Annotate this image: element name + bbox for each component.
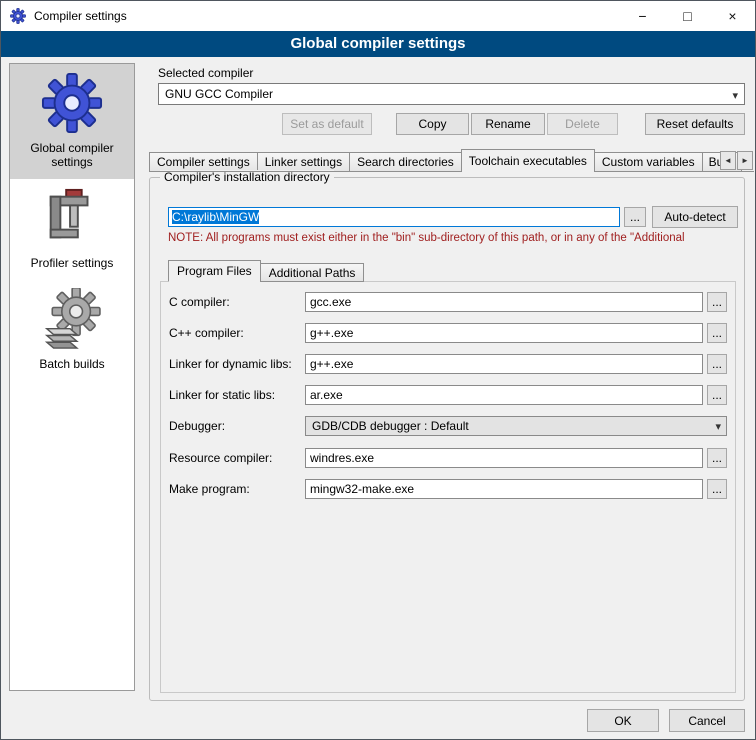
c-compiler-input[interactable]: gcc.exe bbox=[305, 292, 703, 312]
browse-button[interactable]: ... bbox=[707, 292, 727, 312]
subtab-additional-paths[interactable]: Additional Paths bbox=[260, 263, 365, 282]
browse-button[interactable]: ... bbox=[707, 385, 727, 405]
field-label: Linker for static libs: bbox=[169, 388, 275, 402]
installation-directory-group: Compiler's installation directory C:\ray… bbox=[149, 177, 745, 701]
tab-custom-variables[interactable]: Custom variables bbox=[594, 152, 703, 172]
field-label: C compiler: bbox=[169, 295, 230, 309]
page-title: Global compiler settings bbox=[1, 31, 755, 57]
cancel-button[interactable]: Cancel bbox=[669, 709, 745, 732]
browse-button[interactable]: ... bbox=[707, 354, 727, 374]
field-label: C++ compiler: bbox=[169, 326, 244, 340]
resource-compiler-row: Resource compiler: windres.exe ... bbox=[161, 448, 735, 470]
tab-compiler-settings[interactable]: Compiler settings bbox=[149, 152, 258, 172]
debugger-select-value: GDB/CDB debugger : Default bbox=[312, 419, 469, 433]
note-text: NOTE: All programs must exist either in … bbox=[168, 232, 742, 244]
sidebar-item-global-compiler-settings[interactable]: Global compiler settings bbox=[10, 64, 134, 179]
tab-scroll-left-icon[interactable]: ◄ bbox=[720, 151, 736, 170]
c-compiler-row: C compiler: gcc.exe ... bbox=[161, 292, 735, 314]
sidebar-item-label: Batch builds bbox=[14, 357, 130, 371]
group-title: Compiler's installation directory bbox=[160, 170, 334, 184]
delete-button: Delete bbox=[547, 113, 618, 135]
copy-button[interactable]: Copy bbox=[396, 113, 469, 135]
close-icon[interactable]: × bbox=[710, 1, 755, 31]
minimize-icon[interactable]: − bbox=[620, 1, 665, 31]
settings-tabstrip: Compiler settings Linker settings Search… bbox=[149, 149, 754, 172]
titlebar: Compiler settings − □ × bbox=[1, 1, 755, 31]
set-as-default-button: Set as default bbox=[282, 113, 372, 135]
sidebar-item-label: Global compiler settings bbox=[14, 141, 130, 169]
chevron-down-icon: ▾ bbox=[732, 86, 738, 105]
make-program-input[interactable]: mingw32-make.exe bbox=[305, 479, 703, 499]
sidebar-item-batch-builds[interactable]: Batch builds bbox=[10, 280, 134, 381]
dynamic-linker-row: Linker for dynamic libs: g++.exe ... bbox=[161, 354, 735, 376]
tab-scroll-right-icon[interactable]: ► bbox=[737, 151, 753, 170]
dynamic-linker-input[interactable]: g++.exe bbox=[305, 354, 703, 374]
installation-dir-value: C:\raylib\MinGW bbox=[172, 210, 259, 224]
cpp-compiler-input[interactable]: g++.exe bbox=[305, 323, 703, 343]
field-label: Linker for dynamic libs: bbox=[169, 357, 292, 371]
chevron-down-icon: ▾ bbox=[715, 418, 721, 436]
maximize-icon[interactable]: □ bbox=[665, 1, 710, 31]
tab-toolchain-executables[interactable]: Toolchain executables bbox=[461, 149, 595, 172]
browse-button[interactable]: ... bbox=[707, 479, 727, 499]
tab-search-directories[interactable]: Search directories bbox=[349, 152, 462, 172]
autodetect-button[interactable]: Auto-detect bbox=[652, 206, 738, 228]
browse-dir-button[interactable]: ... bbox=[624, 207, 646, 227]
program-files-page: C compiler: gcc.exe ... C++ compiler: g+… bbox=[160, 281, 736, 693]
browse-button[interactable]: ... bbox=[707, 323, 727, 343]
debugger-row: Debugger: GDB/CDB debugger : Default ▾ bbox=[161, 416, 735, 438]
static-linker-input[interactable]: ar.exe bbox=[305, 385, 703, 405]
window-title: Compiler settings bbox=[34, 9, 127, 23]
sidebar-item-profiler-settings[interactable]: Profiler settings bbox=[10, 179, 134, 280]
field-label: Debugger: bbox=[169, 419, 225, 433]
static-linker-row: Linker for static libs: ar.exe ... bbox=[161, 385, 735, 407]
compiler-select-value: GNU GCC Compiler bbox=[165, 87, 273, 101]
compiler-select[interactable]: GNU GCC Compiler ▾ bbox=[158, 83, 745, 105]
sidebar-item-label: Profiler settings bbox=[14, 256, 130, 270]
compiler-settings-window: Compiler settings − □ × Global compiler … bbox=[0, 0, 756, 740]
caption-buttons: − □ × bbox=[620, 1, 755, 31]
tab-scroll-buttons: ◄ ► bbox=[719, 151, 753, 170]
rename-button[interactable]: Rename bbox=[471, 113, 545, 135]
settings-sidebar: Global compiler settings Profiler settin… bbox=[9, 63, 135, 691]
profiler-icon bbox=[41, 187, 103, 249]
debugger-select[interactable]: GDB/CDB debugger : Default ▾ bbox=[305, 416, 727, 436]
app-icon bbox=[10, 8, 26, 24]
resource-compiler-input[interactable]: windres.exe bbox=[305, 448, 703, 468]
field-label: Make program: bbox=[169, 482, 250, 496]
ok-button[interactable]: OK bbox=[587, 709, 659, 732]
toolchain-subtabs: Program Files Additional Paths bbox=[168, 260, 363, 282]
gear-blue-icon bbox=[41, 72, 103, 134]
selected-compiler-label: Selected compiler bbox=[158, 66, 253, 80]
field-label: Resource compiler: bbox=[169, 451, 272, 465]
tab-linker-settings[interactable]: Linker settings bbox=[257, 152, 350, 172]
browse-button[interactable]: ... bbox=[707, 448, 727, 468]
subtab-program-files[interactable]: Program Files bbox=[168, 260, 261, 282]
reset-defaults-button[interactable]: Reset defaults bbox=[645, 113, 745, 135]
make-program-row: Make program: mingw32-make.exe ... bbox=[161, 479, 735, 501]
cpp-compiler-row: C++ compiler: g++.exe ... bbox=[161, 323, 735, 345]
gear-gray-icon bbox=[41, 288, 103, 350]
installation-dir-input[interactable]: C:\raylib\MinGW bbox=[168, 207, 620, 227]
